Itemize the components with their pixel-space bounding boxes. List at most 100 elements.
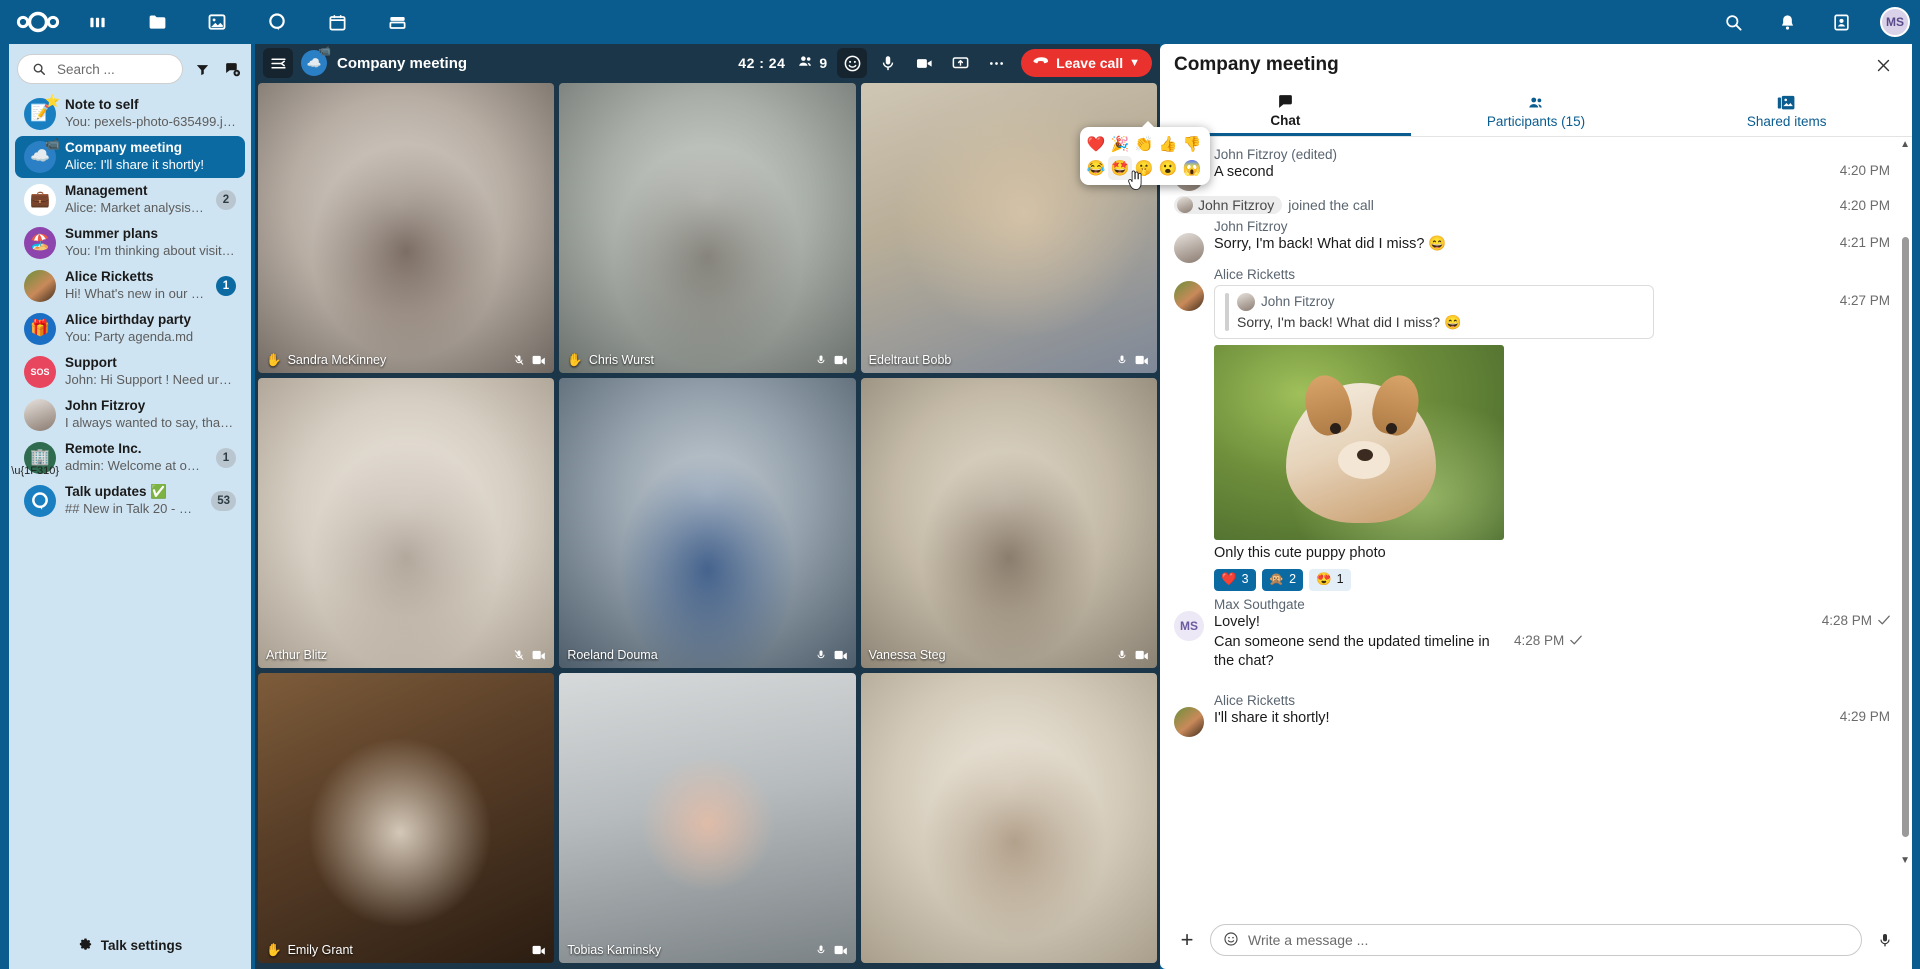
leave-call-button[interactable]: Leave call ▼: [1021, 49, 1152, 77]
reactions-emoji-picker[interactable]: ❤️ 🎉 👏 👍 👎 😂 🤩 🤫 😮 😱: [1080, 121, 1210, 185]
reaction-chip[interactable]: 🙊 2: [1261, 568, 1304, 591]
emoji-thumbs-down[interactable]: 👎: [1180, 132, 1204, 156]
scroll-down-arrow[interactable]: ▼: [1900, 855, 1910, 866]
emoji-joy[interactable]: 😂: [1084, 156, 1108, 180]
emoji-row-1: ❤️ 🎉 👏 👍 👎: [1084, 132, 1206, 156]
message-author: Max Southgate: [1214, 596, 1305, 612]
conversation-item[interactable]: 🏢 \u{1F310} Remote Inc. admin: Welcome a…: [11, 437, 245, 479]
federated-icon: \u{1F310}: [11, 465, 59, 477]
conversation-name: Alice birthday party: [65, 312, 192, 328]
collapse-sidebar-icon[interactable]: [263, 48, 293, 78]
conversation-item[interactable]: Alice Ricketts Hi! What's new in our nex…: [15, 265, 245, 307]
notifications-icon[interactable]: [1772, 7, 1802, 37]
reactions-button[interactable]: [837, 48, 868, 78]
nextcloud-logo[interactable]: [0, 11, 76, 33]
deck-icon[interactable]: [380, 5, 414, 39]
message-input[interactable]: Write a message ...: [1210, 924, 1862, 956]
mention-name: John Fitzroy: [1198, 197, 1275, 213]
unread-badge: 53: [211, 491, 236, 511]
files-icon[interactable]: [140, 5, 174, 39]
emoji-clap[interactable]: 👏: [1132, 132, 1156, 156]
avatar: 📝 ⭐: [24, 94, 60, 130]
participant-count-value: 9: [819, 55, 828, 71]
system-message-text: John Fitzroy joined the call: [1174, 196, 1374, 214]
plus-icon[interactable]: +: [1174, 927, 1200, 953]
chat-message[interactable]: John Fitzroy Sorry, I'm back! What did I…: [1160, 217, 1912, 265]
chat-scrollbar[interactable]: [1902, 237, 1909, 837]
topbar-right-actions: MS: [1718, 0, 1910, 44]
close-icon[interactable]: [1868, 50, 1898, 80]
chat-panel: Company meeting Chat Participants (15) S…: [1160, 44, 1912, 969]
calendar-icon[interactable]: [320, 5, 354, 39]
contacts-icon[interactable]: [1826, 7, 1856, 37]
read-check-icon: [1878, 613, 1890, 628]
avatar: MS: [1174, 610, 1204, 641]
search-input[interactable]: Search ...: [17, 54, 183, 84]
quoted-message[interactable]: John Fitzroy Sorry, I'm back! What did I…: [1214, 285, 1654, 340]
avatar-emoji: ☁️: [30, 148, 50, 165]
video-tile[interactable]: ✋ Chris Wurst: [559, 83, 856, 373]
video-tile[interactable]: ✋ Sandra McKinney: [258, 83, 555, 373]
video-tile[interactable]: Arthur Blitz: [258, 378, 555, 668]
conversation-item[interactable]: 🏖️ Summer plans You: I'm thinking about …: [15, 222, 245, 264]
video-tile[interactable]: Tobias Kaminsky: [559, 673, 856, 963]
conversation-item[interactable]: John Fitzroy I always wanted to say, tha…: [15, 394, 245, 436]
chevron-down-icon: ▼: [1129, 57, 1140, 69]
message-image[interactable]: [1214, 345, 1504, 541]
microphone-icon[interactable]: [1872, 927, 1898, 953]
participant-name: Chris Wurst: [588, 353, 654, 367]
avatar[interactable]: MS: [1880, 7, 1910, 37]
photos-icon[interactable]: [200, 5, 234, 39]
participant-count[interactable]: 9: [797, 53, 827, 73]
raised-hand-icon: ✋: [266, 942, 282, 957]
reaction-chip[interactable]: 😍 1: [1309, 568, 1351, 591]
new-conversation-icon[interactable]: [221, 58, 243, 80]
chat-message[interactable]: Can someone send the updated timeline in…: [1160, 633, 1912, 691]
conversation-name: Summer plans: [65, 226, 159, 242]
chat-message[interactable]: Alice Ricketts John Fitzroy Sorry, I'm b…: [1160, 265, 1912, 595]
conversation-text: Company meeting Alice: I'll share it sho…: [65, 140, 236, 173]
filter-icon[interactable]: [191, 58, 213, 80]
sidebar-item-company-meeting[interactable]: ☁️ 📹 Company meeting Alice: I'll share i…: [15, 136, 245, 178]
star-icon: ⭐: [45, 94, 60, 108]
emoji-scream[interactable]: 😱: [1180, 156, 1204, 180]
chat-message-list[interactable]: ▲ John Fitzroy (edited) A second 4:20 PM: [1160, 137, 1912, 907]
chat-message[interactable]: Alice Ricketts I'll share it shortly! 4:…: [1160, 691, 1912, 739]
reaction-chip[interactable]: ❤️ 3: [1214, 568, 1256, 591]
talk-settings-button[interactable]: Talk settings: [9, 921, 251, 969]
emoji-heart[interactable]: ❤️: [1084, 132, 1108, 156]
mention-chip[interactable]: John Fitzroy: [1174, 196, 1283, 214]
conversation-item[interactable]: 💼 Management Alice: Market analysis.md 2: [15, 179, 245, 221]
tile-status-icons: [815, 944, 848, 956]
emoji-surprised[interactable]: 😮: [1156, 156, 1180, 180]
chat-message[interactable]: John Fitzroy (edited) A second 4:20 PM: [1160, 145, 1912, 193]
emoji-party-popper[interactable]: 🎉: [1108, 132, 1132, 156]
emoji-thumbs-up[interactable]: 👍: [1156, 132, 1180, 156]
tile-status-icons: [815, 354, 848, 366]
more-options-button[interactable]: [981, 48, 1011, 78]
video-tile-namebar: ✋ Sandra McKinney: [258, 347, 554, 373]
image-caption: Only this cute puppy photo: [1214, 545, 1386, 562]
conversation-item[interactable]: SOS Support John: Hi Support ! Need urge…: [15, 351, 245, 393]
conversation-item[interactable]: Talk updates ✅ ## New in Talk 20 - Moder…: [15, 480, 245, 522]
tab-participants[interactable]: Participants (15): [1411, 86, 1662, 136]
participants-icon: [1527, 93, 1545, 112]
camera-button[interactable]: [909, 48, 939, 78]
talk-icon[interactable]: [260, 5, 294, 39]
screenshare-button[interactable]: [945, 48, 975, 78]
smiley-icon[interactable]: [1223, 931, 1239, 950]
quote-bar: [1225, 293, 1229, 332]
dashboard-icon[interactable]: [80, 5, 114, 39]
video-tile[interactable]: [860, 673, 1157, 963]
tab-shared-items[interactable]: Shared items: [1661, 86, 1912, 136]
tile-status-icons: [532, 944, 546, 956]
video-tile[interactable]: Vanessa Steg: [860, 378, 1157, 668]
conversation-item[interactable]: 🎁 Alice birthday party You: Party agenda…: [15, 308, 245, 350]
message-time: 4:28 PM: [1822, 613, 1890, 628]
video-tile[interactable]: Roeland Douma: [559, 378, 856, 668]
video-tile[interactable]: ✋ Emily Grant: [258, 673, 555, 963]
conversation-item[interactable]: 📝 ⭐ Note to self You: pexels-photo-63549…: [15, 93, 245, 135]
search-icon[interactable]: [1718, 7, 1748, 37]
microphone-button[interactable]: [873, 48, 903, 78]
conversation-list[interactable]: 📝 ⭐ Note to self You: pexels-photo-63549…: [9, 92, 251, 912]
